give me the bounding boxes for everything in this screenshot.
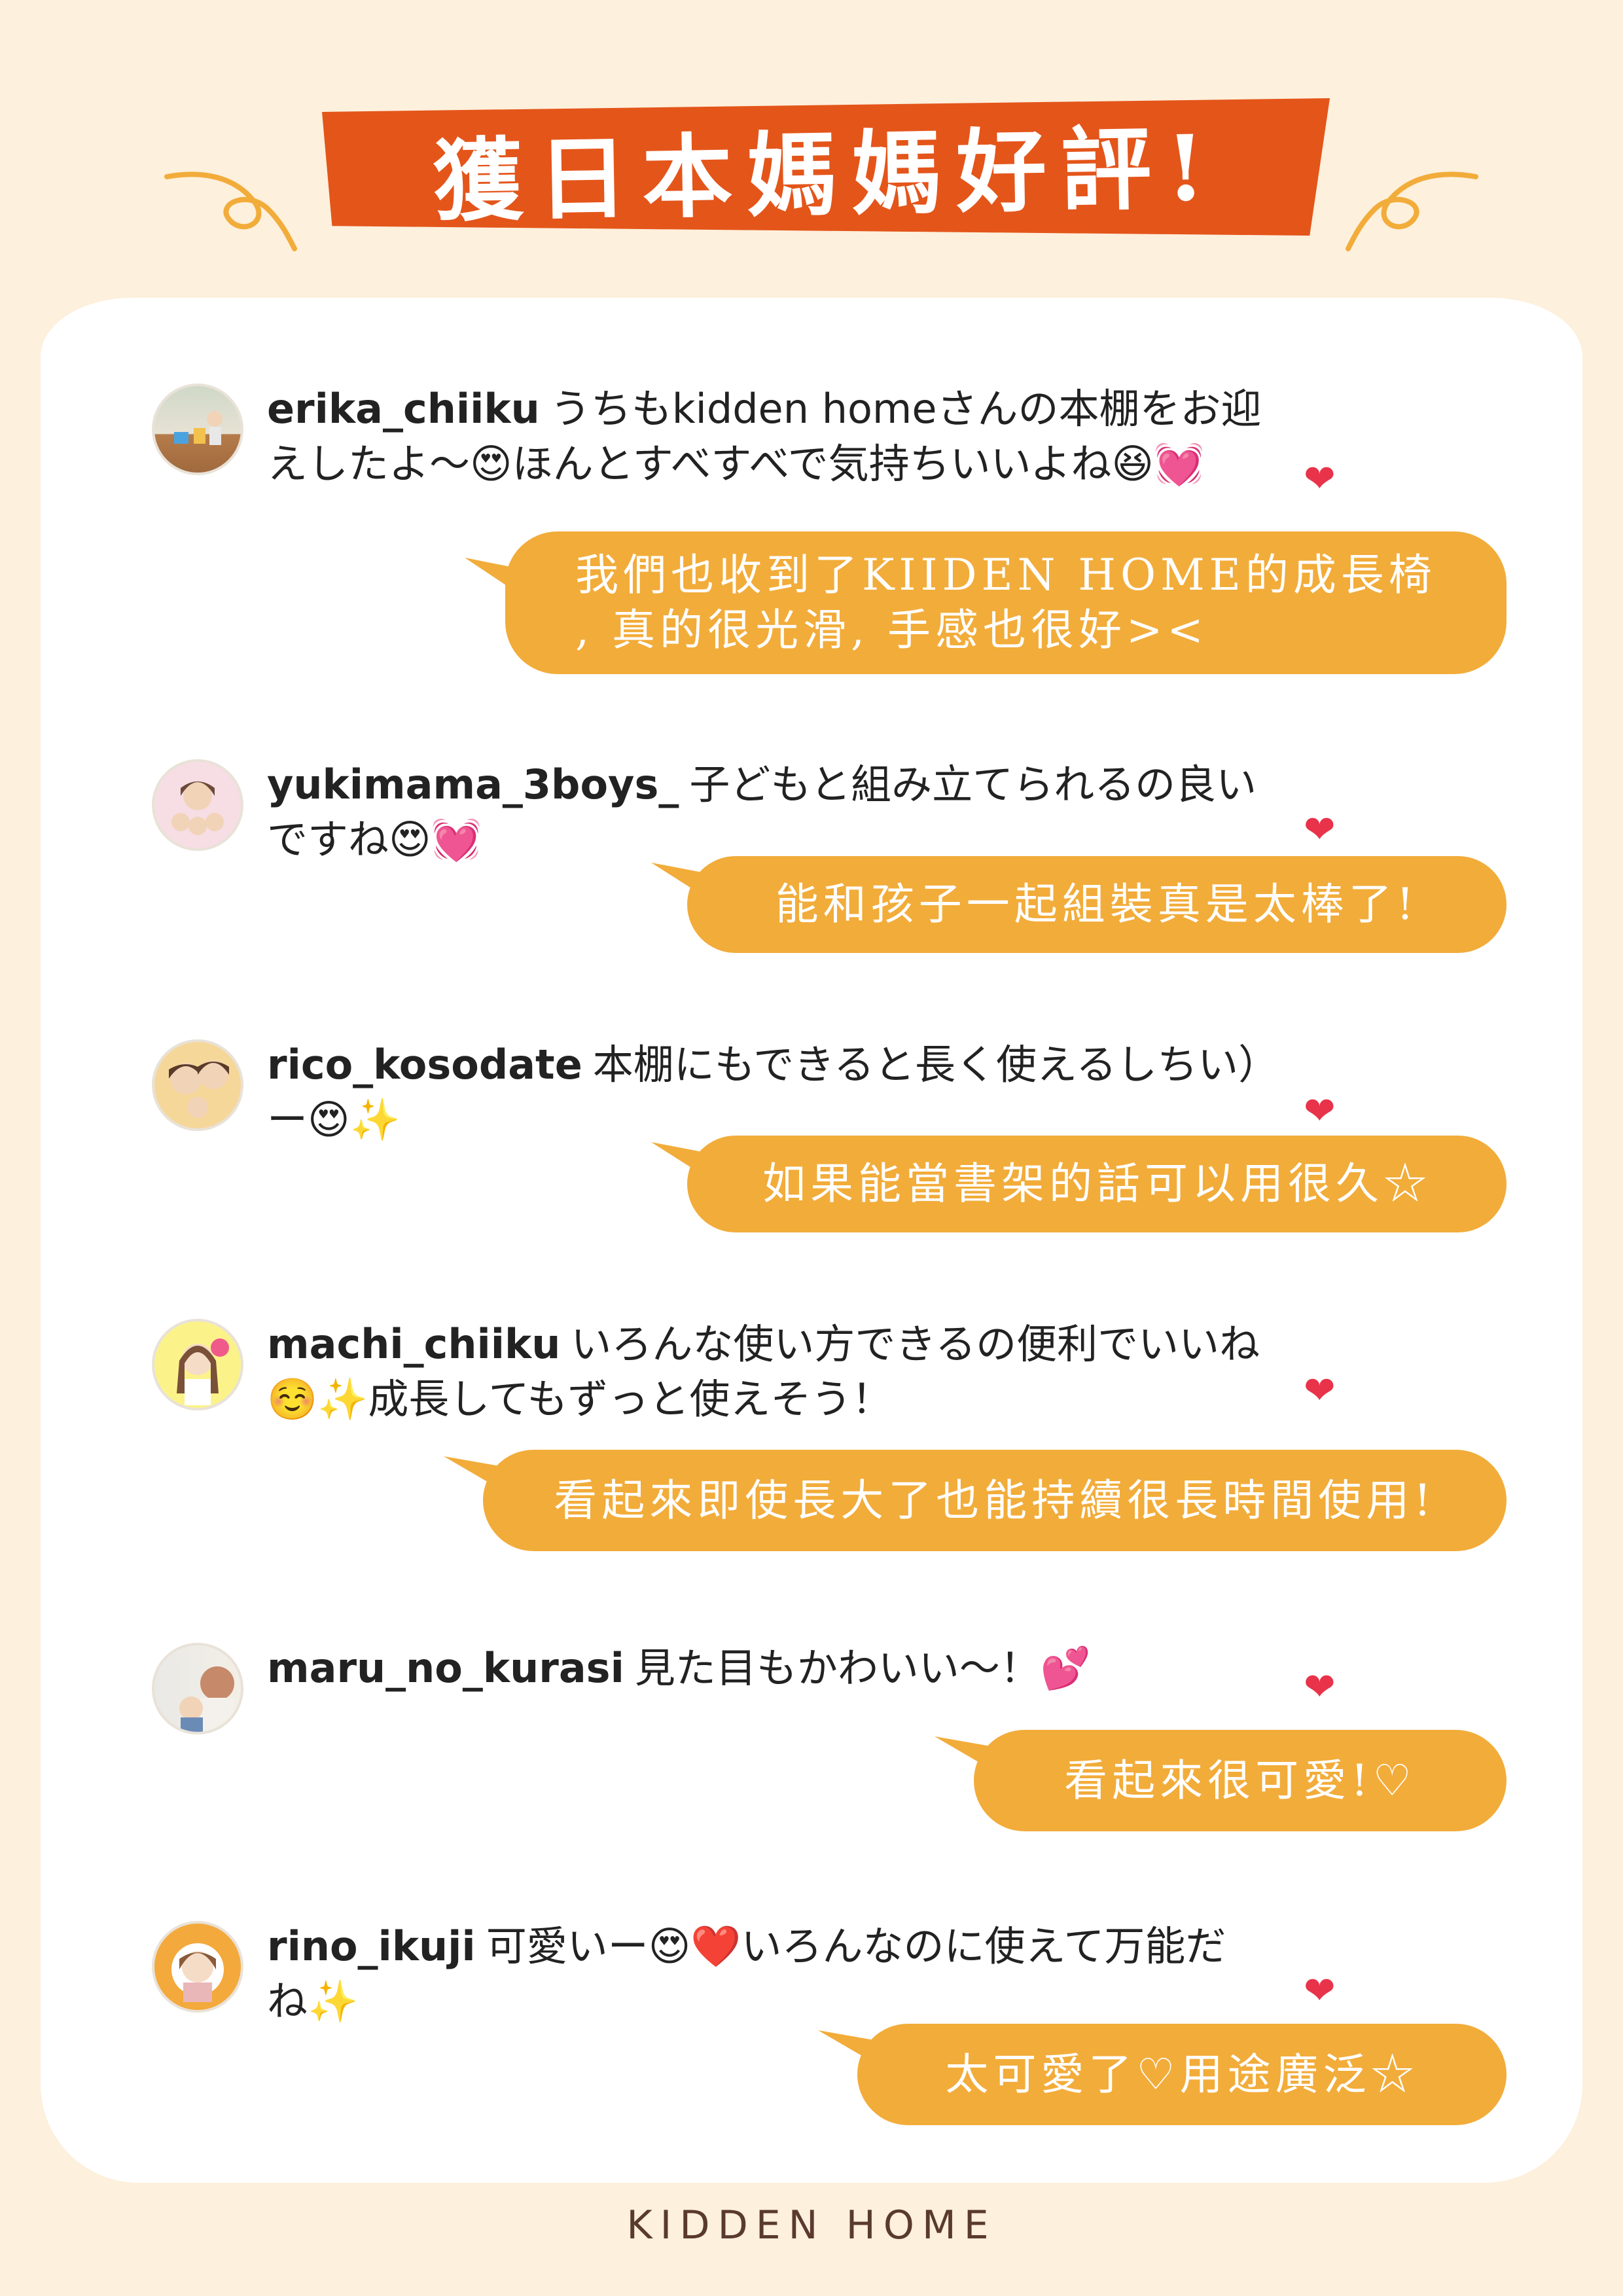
- title-banner: 獲日本媽媽好評!: [322, 98, 1330, 236]
- comment-text: maru_no_kurasi 見た目もかわいい～！💕: [267, 1641, 1262, 1696]
- like-heart-icon[interactable]: ❤: [1304, 459, 1336, 497]
- avatar[interactable]: [152, 1921, 243, 2013]
- comment-username[interactable]: machi_chiiku: [267, 1320, 560, 1368]
- comment-text: rino_ikuji 可愛いー😍❤️いろんなのに使えて万能だね✨: [267, 1919, 1262, 2029]
- avatar[interactable]: [152, 384, 243, 475]
- reply-bubble: 如果能當書架的話可以用很久☆: [651, 1136, 1507, 1232]
- comment-text: erika_chiiku うちもkidden homeさんの本棚をお迎えしたよ～😍…: [267, 382, 1262, 492]
- comment-username[interactable]: maru_no_kurasi: [267, 1644, 624, 1692]
- reply-text: 看起來即使長大了也能持續很長時間使用!: [554, 1475, 1436, 1526]
- reply-text: 如果能當書架的話可以用很久☆: [762, 1158, 1431, 1209]
- comment-username[interactable]: rino_ikuji: [267, 1922, 476, 1970]
- like-heart-icon[interactable]: ❤: [1304, 1371, 1336, 1409]
- reply-text: 能和孩子一起組裝真是太棒了!: [775, 879, 1419, 929]
- reply-text: 太可愛了♡用途廣泛☆: [945, 2049, 1419, 2100]
- avatar[interactable]: [152, 1039, 243, 1131]
- reply-bubble: 太可愛了♡用途廣泛☆: [818, 2024, 1507, 2125]
- avatar[interactable]: [152, 759, 243, 851]
- comment-username[interactable]: rico_kosodate: [267, 1041, 582, 1088]
- avatar[interactable]: [152, 1319, 243, 1410]
- comment-username[interactable]: yukimama_3boys_: [267, 761, 679, 808]
- comment-text: yukimama_3boys_ 子どもと組み立てられるの良いですね😍💓: [267, 757, 1262, 867]
- comment-username[interactable]: erika_chiiku: [267, 385, 540, 433]
- brand-footer: KIDDEN HOME: [626, 2202, 997, 2248]
- right-swirl-decoration: [1346, 171, 1478, 251]
- like-heart-icon[interactable]: ❤: [1304, 1971, 1336, 2009]
- like-heart-icon[interactable]: ❤: [1304, 810, 1336, 848]
- like-heart-icon[interactable]: ❤: [1304, 1092, 1336, 1130]
- reply-text: 看起來很可愛!♡: [1064, 1755, 1416, 1806]
- page-title: 獲日本媽媽好評!: [431, 114, 1221, 235]
- avatar[interactable]: [152, 1643, 243, 1734]
- reply-bubble: 看起來即使長大了也能持續很長時間使用!: [444, 1450, 1507, 1551]
- reply-bubble: 看起來很可愛!♡: [935, 1730, 1507, 1831]
- comment-text: machi_chiiku いろんな使い方できるの便利でいいね☺️✨成長してもずっと…: [267, 1317, 1262, 1427]
- comment-body: 見た目もかわいい～！💕: [634, 1644, 1092, 1692]
- comment-text: rico_kosodate 本棚にもできると長く使えるしちい）ー😍✨: [267, 1037, 1262, 1147]
- like-heart-icon[interactable]: ❤: [1304, 1668, 1336, 1706]
- left-swirl-decoration: [164, 171, 297, 251]
- reply-bubble: 能和孩子一起組裝真是太棒了!: [651, 856, 1507, 953]
- reply-bubble: 我們也收到了KIIDEN HOME的成長椅 , 真的很光滑, 手感也很好><: [465, 531, 1507, 674]
- reply-text: 我們也收到了KIIDEN HOME的成長椅 , 真的很光滑, 手感也很好><: [575, 550, 1436, 655]
